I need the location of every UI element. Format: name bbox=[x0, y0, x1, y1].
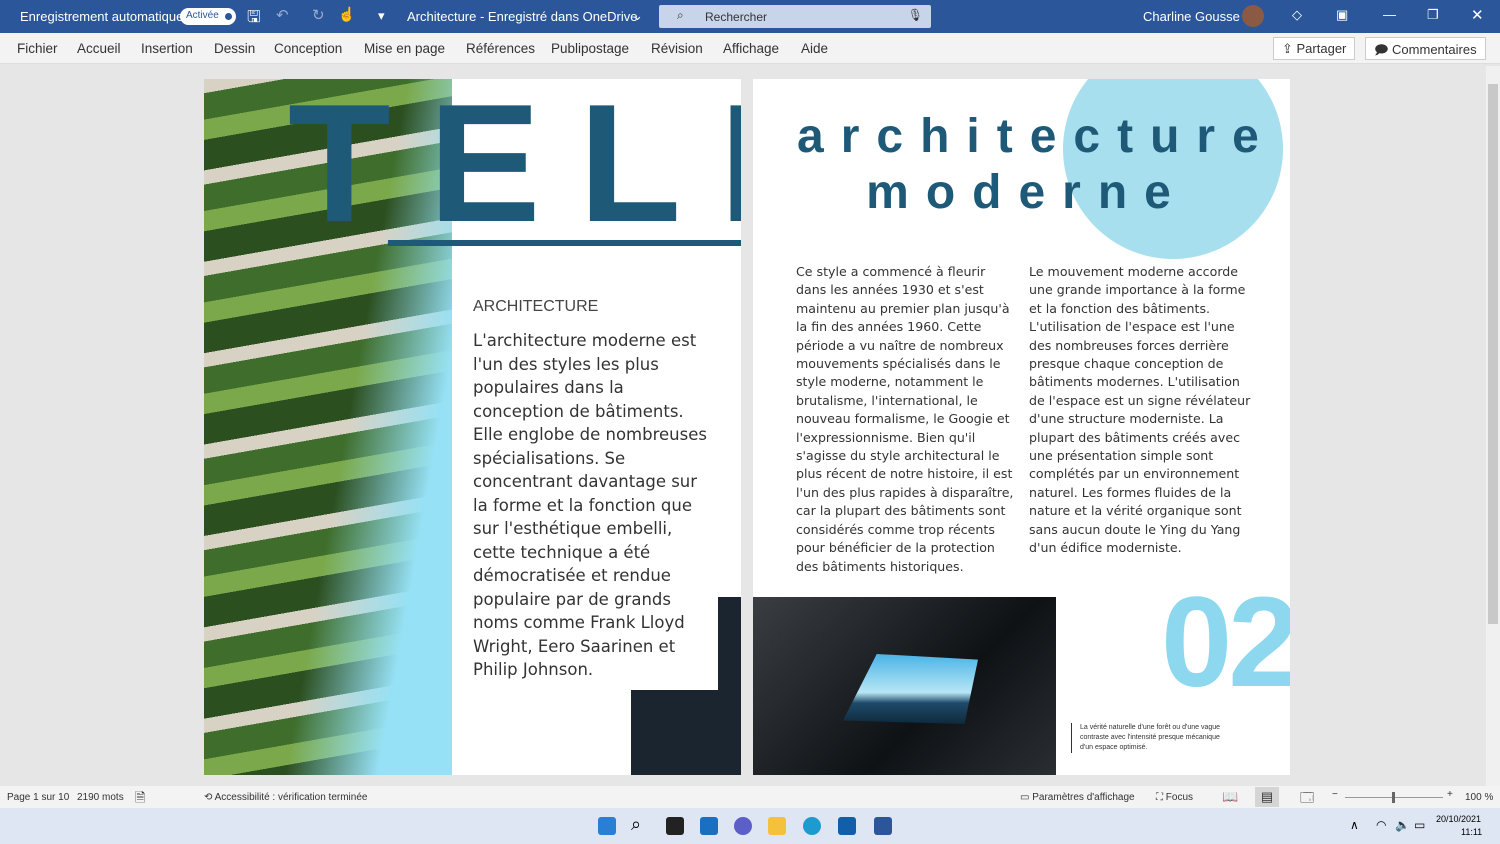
user-name[interactable]: Charline Gousse bbox=[1143, 9, 1240, 24]
share-label: Partager bbox=[1296, 41, 1347, 56]
dark-block bbox=[631, 690, 741, 775]
scrollbar-thumb[interactable] bbox=[1488, 84, 1498, 624]
comments-button[interactable]: 🗩 Commentaires bbox=[1365, 37, 1486, 60]
title-rule bbox=[388, 240, 741, 246]
tab-revision[interactable]: Révision bbox=[651, 41, 703, 56]
section-kicker: ARCHITECTURE bbox=[473, 298, 599, 315]
display-settings[interactable]: ▭ Paramètres d'affichage bbox=[1020, 792, 1135, 803]
comment-icon: 🗩 bbox=[1374, 42, 1393, 57]
status-bar: Page 1 sur 10 2190 mots 🗎 ⟲ Accessibilit… bbox=[0, 786, 1500, 808]
store-icon[interactable] bbox=[838, 817, 856, 835]
redo-icon[interactable]: ↻ bbox=[312, 6, 325, 24]
undo-icon[interactable]: ↶ bbox=[276, 6, 289, 24]
word-count[interactable]: 2190 mots bbox=[77, 792, 124, 803]
page-1[interactable]: TELL ARCHITECTURE L'architecture moderne… bbox=[204, 79, 741, 775]
task-view-icon[interactable] bbox=[666, 817, 684, 835]
page-count[interactable]: Page 1 sur 10 bbox=[7, 792, 69, 803]
touch-mode-icon[interactable]: ☝ bbox=[338, 6, 355, 23]
heading-line-1: architecture bbox=[797, 110, 1276, 163]
widgets-icon[interactable] bbox=[700, 817, 718, 835]
tab-dessin[interactable]: Dessin bbox=[214, 41, 255, 56]
save-icon[interactable]: 🖫 bbox=[247, 6, 261, 33]
avatar[interactable] bbox=[1242, 5, 1264, 27]
big-title: TELL bbox=[288, 79, 741, 257]
ribbon-tabs: Fichier Accueil Insertion Dessin Concept… bbox=[0, 33, 1500, 64]
autosave-toggle[interactable]: Activée bbox=[180, 8, 236, 25]
microphone-icon[interactable]: 🎙 bbox=[908, 8, 923, 22]
wifi-icon[interactable]: ◠ bbox=[1376, 818, 1386, 832]
customize-toolbar-icon[interactable]: ▾ bbox=[378, 8, 385, 24]
search-icon: ⌕ bbox=[677, 8, 684, 22]
intro-paragraph: L'architecture moderne est l'un des styl… bbox=[473, 331, 707, 679]
tab-affichage[interactable]: Affichage bbox=[723, 41, 779, 56]
tab-accueil[interactable]: Accueil bbox=[77, 41, 121, 56]
accessibility-label: Accessibilité : vérification terminée bbox=[214, 792, 368, 803]
title-bar: Enregistrement automatique Activée 🖫 ↶ ↻… bbox=[0, 0, 1500, 33]
read-mode-icon[interactable]: 📖 bbox=[1222, 789, 1238, 805]
body-column-1: Ce style a commencé à fleurir dans les a… bbox=[796, 264, 1014, 574]
print-layout-icon[interactable]: ▤ bbox=[1255, 787, 1279, 807]
start-icon[interactable] bbox=[598, 817, 616, 835]
ribbon-display-icon[interactable]: ▣ bbox=[1336, 7, 1348, 23]
battery-icon[interactable]: ▭ bbox=[1414, 818, 1425, 832]
search-icon[interactable]: ⌕ bbox=[631, 814, 641, 835]
close-icon[interactable]: ✕ bbox=[1471, 6, 1484, 24]
tab-insertion[interactable]: Insertion bbox=[141, 41, 193, 56]
share-button[interactable]: ⇪ Partager bbox=[1273, 37, 1356, 60]
display-icon: ▭ bbox=[1020, 792, 1033, 803]
zoom-in-button[interactable]: + bbox=[1447, 789, 1453, 800]
chevron-up-icon[interactable]: ∧ bbox=[1350, 818, 1359, 832]
photo-caption: La vérité naturelle d'une forêt ou d'une… bbox=[1071, 723, 1221, 753]
edge-icon[interactable] bbox=[803, 817, 821, 835]
autosave-label: Enregistrement automatique bbox=[20, 9, 184, 24]
tab-publipostage[interactable]: Publipostage bbox=[551, 41, 629, 56]
tab-conception[interactable]: Conception bbox=[274, 41, 342, 56]
restore-icon[interactable]: ❐ bbox=[1427, 7, 1439, 23]
display-settings-label: Paramètres d'affichage bbox=[1032, 792, 1135, 803]
search-placeholder: Rechercher bbox=[705, 10, 768, 24]
focus-icon: ⛶ bbox=[1156, 792, 1166, 803]
heading-line-2: moderne bbox=[866, 166, 1188, 219]
volume-icon[interactable]: 🔈 bbox=[1395, 818, 1410, 832]
file-explorer-icon[interactable] bbox=[768, 817, 786, 835]
vertical-scrollbar[interactable] bbox=[1486, 66, 1500, 786]
page-2[interactable]: architecture moderne Ce style a commencé … bbox=[753, 79, 1290, 775]
share-icon: ⇪ bbox=[1282, 41, 1297, 56]
page-number-graphic: 02 bbox=[1161, 571, 1290, 714]
search-input[interactable]: ⌕ Rechercher 🎙 bbox=[659, 5, 931, 28]
tab-fichier[interactable]: Fichier bbox=[17, 41, 58, 56]
diamond-icon[interactable]: ◇ bbox=[1292, 7, 1302, 23]
document-title[interactable]: Architecture - Enregistré dans OneDrive bbox=[407, 9, 637, 24]
comments-label: Commentaires bbox=[1392, 42, 1477, 57]
tab-aide[interactable]: Aide bbox=[801, 41, 828, 56]
focus-label: Focus bbox=[1165, 792, 1194, 803]
minimize-icon[interactable]: — bbox=[1383, 7, 1396, 22]
date[interactable]: 20/10/2021 bbox=[1436, 814, 1481, 824]
zoom-level[interactable]: 100 % bbox=[1465, 792, 1493, 803]
tab-mise-en-page[interactable]: Mise en page bbox=[364, 41, 445, 56]
page-heading: architecture moderne bbox=[797, 109, 1276, 221]
focus-button[interactable]: ⛶ Focus bbox=[1156, 792, 1193, 803]
chevron-down-icon[interactable]: ⌄ bbox=[632, 8, 643, 24]
body-column-2: Le mouvement moderne accorde une grande … bbox=[1029, 264, 1251, 556]
tab-references[interactable]: Références bbox=[466, 41, 535, 56]
time[interactable]: 11:11 bbox=[1461, 827, 1482, 837]
zoom-out-button[interactable]: − bbox=[1332, 789, 1338, 800]
accessibility-icon: ⟲ bbox=[204, 792, 215, 803]
word-icon[interactable] bbox=[874, 817, 892, 835]
taskbar: ⌕ ∧ ◠ 🔈 ▭ 20/10/2021 11:11 bbox=[0, 808, 1500, 844]
zoom-slider-thumb[interactable] bbox=[1392, 792, 1395, 803]
accessibility-status[interactable]: ⟲ Accessibilité : vérification terminée bbox=[204, 792, 367, 803]
teams-chat-icon[interactable] bbox=[734, 817, 752, 835]
